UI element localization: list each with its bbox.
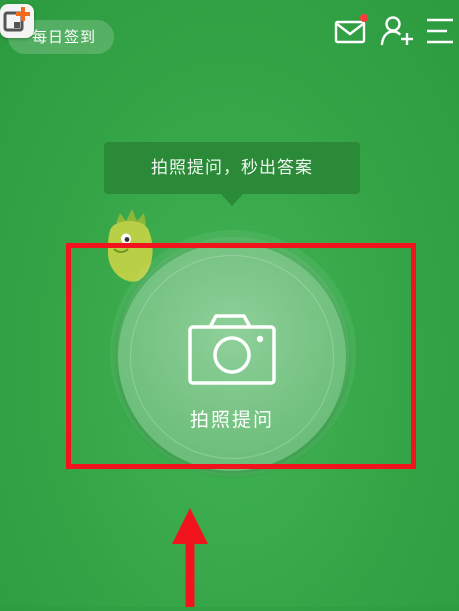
menu-icon[interactable] <box>423 14 457 48</box>
arrow-up-icon <box>172 508 208 611</box>
camera-icon <box>188 313 276 389</box>
hint-tooltip-text: 拍照提问，秒出答案 <box>151 158 313 178</box>
person-add-icon[interactable] <box>380 14 414 48</box>
camera-ask-label: 拍照提问 <box>189 409 274 431</box>
app-badge-icon[interactable] <box>0 4 34 38</box>
camera-ask-button[interactable]: 拍照提问 <box>118 243 346 471</box>
home-screen: 每日签到 拍照提问，秒出答案 拍照提问 <box>0 0 459 607</box>
notification-dot <box>360 14 368 22</box>
mail-icon[interactable] <box>334 14 368 48</box>
daily-checkin-label: 每日签到 <box>32 28 97 46</box>
hint-tooltip: 拍照提问，秒出答案 <box>104 142 360 194</box>
hint-tooltip-tail <box>221 194 243 206</box>
